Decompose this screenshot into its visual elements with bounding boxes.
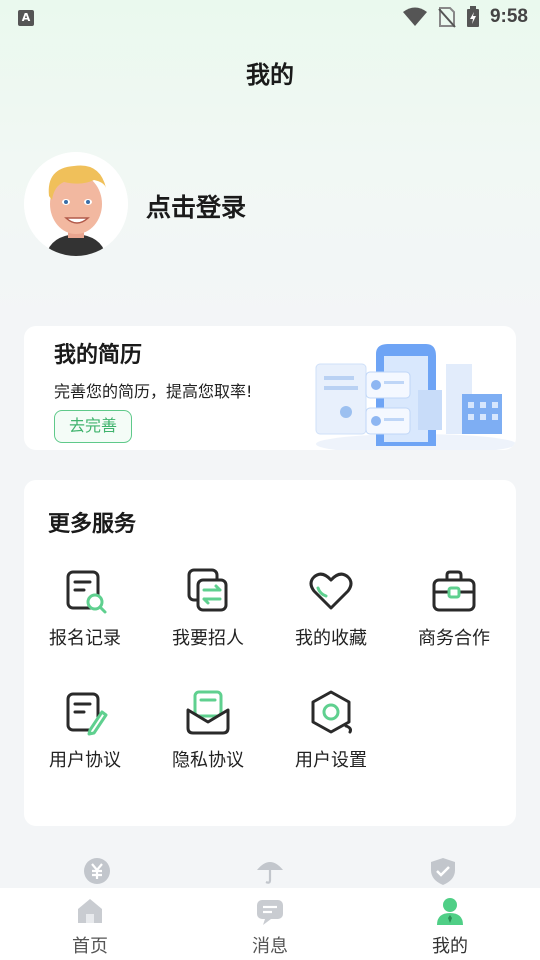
status-bar: A 9:58 <box>0 0 540 36</box>
heart-icon <box>309 572 353 610</box>
yen-coin-icon <box>84 858 110 884</box>
tab-messages[interactable]: 消息 <box>180 888 360 960</box>
service-user-agreement[interactable]: 用户协议 <box>30 688 140 772</box>
home-icon <box>78 899 102 923</box>
service-label: 报名记录 <box>49 628 121 649</box>
complete-resume-button[interactable]: 去完善 <box>54 410 132 443</box>
shield-check-icon <box>431 858 455 885</box>
battery-charging-icon <box>466 6 479 27</box>
service-signup-records[interactable]: 报名记录 <box>30 566 140 650</box>
briefcase-icon <box>432 570 476 612</box>
document-edit-icon <box>66 692 108 736</box>
service-favorites[interactable]: 我的收藏 <box>276 566 386 650</box>
umbrella-icon <box>257 862 283 884</box>
service-label: 商务合作 <box>418 628 490 649</box>
message-icon <box>257 900 283 925</box>
user-icon <box>437 898 463 925</box>
tab-home[interactable]: 首页 <box>0 888 180 960</box>
status-time: 9:58 <box>489 6 528 27</box>
swap-recruit-icon <box>187 568 228 612</box>
tab-label: 消息 <box>252 936 288 957</box>
resume-subtitle: 完善您的简历，提高您取率! <box>54 382 253 401</box>
tab-label: 我的 <box>432 936 468 957</box>
resume-title: 我的简历 <box>54 343 143 368</box>
floating-icons <box>0 856 540 890</box>
resume-card[interactable]: 我的简历 完善您的简历，提高您取率! 去完善 <box>24 326 516 450</box>
tab-bar: 首页 消息 我的 <box>0 888 540 960</box>
service-label: 我要招人 <box>172 628 244 649</box>
service-recruit[interactable]: 我要招人 <box>153 566 263 650</box>
service-label: 隐私协议 <box>172 750 244 771</box>
service-user-settings[interactable]: 用户设置 <box>276 688 386 772</box>
service-privacy[interactable]: 隐私协议 <box>153 688 263 772</box>
document-search-icon <box>66 570 107 614</box>
login-button[interactable]: 点击登录 <box>146 188 246 224</box>
no-sim-icon <box>438 7 456 28</box>
service-label: 我的收藏 <box>295 628 367 649</box>
resume-illustration <box>315 344 516 450</box>
service-business[interactable]: 商务合作 <box>399 566 509 650</box>
notification-icon: A <box>18 10 34 26</box>
service-label: 用户设置 <box>295 750 367 771</box>
page-title: 我的 <box>246 61 294 89</box>
services-card: 更多服务 报名记录 我要招人 我的收藏 商务合作 用户协议 隐私协议 用户设置 <box>24 480 516 826</box>
mail-icon <box>186 690 230 735</box>
tab-label: 首页 <box>72 936 108 957</box>
wifi-icon <box>402 7 427 26</box>
service-label: 用户协议 <box>49 750 121 771</box>
services-title: 更多服务 <box>48 512 137 537</box>
settings-hexagon-icon <box>311 690 352 734</box>
tab-mine[interactable]: 我的 <box>360 888 540 960</box>
avatar[interactable] <box>24 152 128 256</box>
